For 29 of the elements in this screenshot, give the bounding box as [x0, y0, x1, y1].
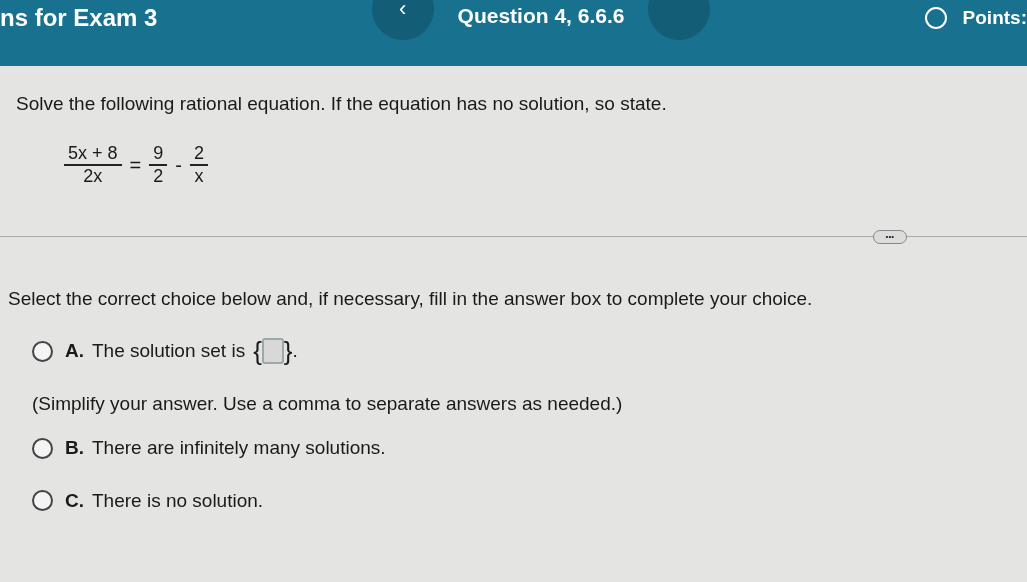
fraction-numerator: 5x + 8: [64, 142, 122, 167]
choice-letter: B.: [65, 436, 84, 461]
question-label: Question 4, 6.6.6: [457, 3, 625, 29]
fraction-numerator: 9: [149, 142, 168, 167]
choice-text: The solution set is: [92, 339, 246, 364]
points-label: Points:: [962, 6, 1027, 30]
choice-text: There are infinitely many solutions.: [92, 436, 386, 461]
choice-letter: A.: [65, 339, 84, 364]
brace-close: }: [283, 338, 293, 365]
choice-letter: C.: [65, 488, 84, 513]
period-text: .: [292, 339, 298, 364]
question-prompt: Solve the following rational equation. If the equation has no solution, so state.: [16, 92, 668, 116]
fraction-denominator: x: [194, 166, 204, 188]
progress-circle-icon: [924, 7, 947, 30]
equation-operator: -: [175, 153, 182, 179]
more-options-button[interactable]: •••: [872, 229, 907, 244]
fraction-denominator: 2x: [83, 166, 103, 188]
instruction-text: Select the correct choice below and, if necessary, fill in the answer box to complete your choice.: [8, 286, 814, 311]
choice-text: There is no solution.: [92, 488, 264, 513]
radio-button[interactable]: [32, 340, 53, 362]
radio-button[interactable]: [32, 437, 53, 459]
radio-button[interactable]: [32, 490, 53, 512]
fraction-denominator: 2: [153, 166, 164, 188]
fraction-numerator: 2: [189, 142, 208, 167]
equation-operator: =: [129, 153, 142, 179]
exam-title: ns for Exam 3: [0, 3, 158, 33]
brace-open: {: [253, 338, 262, 365]
previous-question-button[interactable]: ‹: [371, 0, 434, 40]
answer-note: (Simplify your answer. Use a comma to separate answers as needed.): [31, 391, 624, 416]
